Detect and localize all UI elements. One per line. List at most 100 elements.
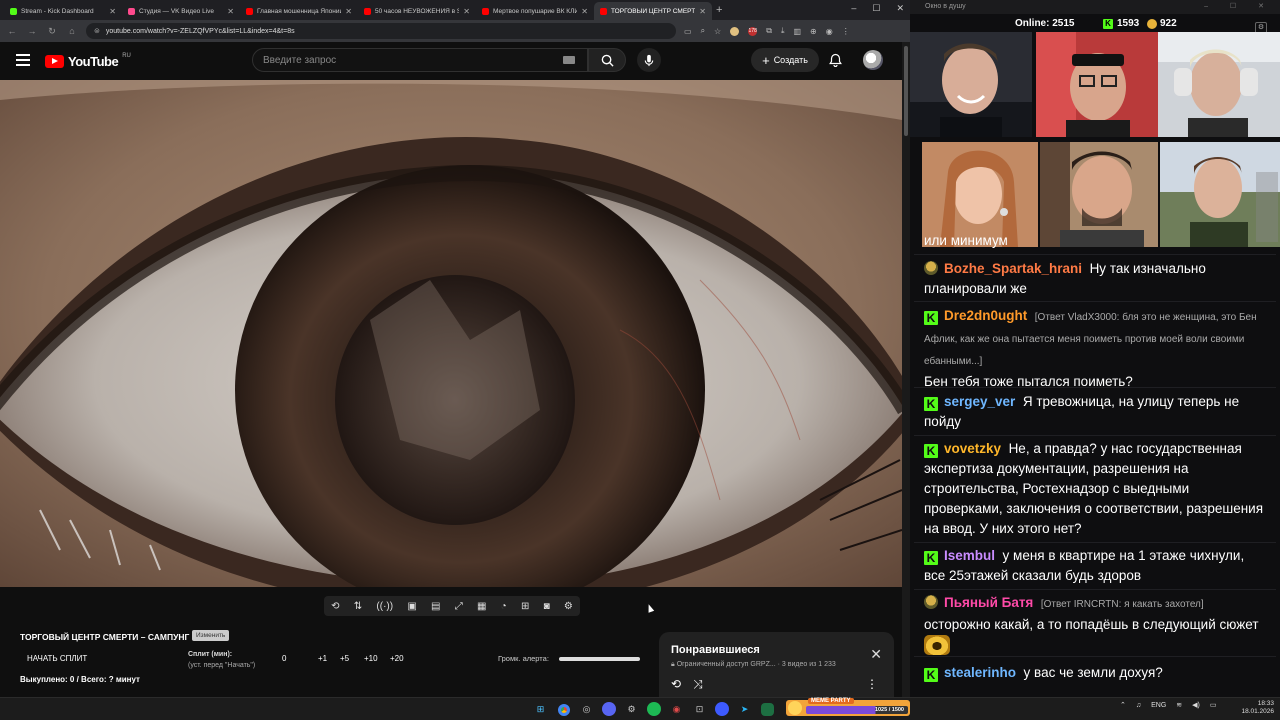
gear-icon[interactable]: ⚙ — [564, 601, 573, 612]
bookmark-star-icon[interactable]: ☆ — [714, 27, 721, 36]
telegram-icon[interactable]: ➤ — [736, 701, 753, 718]
more-options-icon[interactable]: ⋮ — [866, 677, 878, 691]
page-scrollbar[interactable] — [902, 42, 910, 697]
notifications-bell-icon[interactable] — [829, 53, 842, 72]
menu-dots-icon[interactable]: ⋮ — [842, 27, 850, 36]
account-avatar[interactable] — [863, 50, 883, 70]
steam-icon[interactable]: ⚙ — [623, 701, 640, 718]
browser-tab-active[interactable]: ТОРГОВЫЙ ЦЕНТР СМЕРТИ ✕ — [594, 2, 712, 20]
chat-username[interactable]: vovetzky — [944, 441, 1001, 456]
close-window-button[interactable]: ✕ — [896, 3, 904, 14]
broadcast-icon[interactable]: ((·)) — [376, 601, 393, 612]
loop-icon[interactable]: ⟲ — [671, 677, 681, 692]
close-tab-icon[interactable]: ✕ — [463, 7, 470, 16]
browser-tab[interactable]: Главная мошенница Японии ✕ — [240, 2, 358, 20]
zoom-icon[interactable]: ⌕ — [701, 26, 705, 36]
chat-username[interactable]: Bozhe_Spartak_hrani — [944, 261, 1082, 276]
shuffle-icon[interactable]: ⤨ — [693, 677, 703, 692]
chrome-icon[interactable] — [555, 701, 572, 718]
taskbar-clock[interactable]: 18:33 18.01.2026 — [1240, 700, 1274, 716]
frames-icon[interactable]: ▦ — [477, 601, 486, 612]
increment-button[interactable]: +10 — [364, 654, 390, 663]
obs-icon[interactable]: ◎ — [578, 701, 595, 718]
clip-icon[interactable]: ▤ — [431, 601, 440, 612]
cast-icon[interactable]: ▭ — [684, 27, 692, 36]
volume-icon[interactable]: ◀) — [1192, 701, 1200, 709]
overlay-window-controls[interactable]: – ☐ ✕ — [1204, 2, 1274, 10]
edit-tag-button[interactable]: Изменить — [192, 630, 230, 641]
windows-start-icon[interactable]: ⊞ — [532, 701, 549, 718]
close-tab-icon[interactable]: ✕ — [345, 7, 352, 16]
extension-icon[interactable]: 178 — [748, 26, 758, 36]
search-input[interactable] — [263, 54, 553, 66]
close-tab-icon[interactable]: ✕ — [581, 7, 588, 16]
tray-expand-icon[interactable]: ⌃ — [1120, 701, 1126, 709]
media-icon[interactable] — [715, 702, 729, 716]
gamepad-icon[interactable]: ⊡ — [691, 701, 708, 718]
sidebar-icon[interactable]: ▥ — [793, 27, 801, 36]
browser-tab[interactable]: Мертвое попушарие ВК КЛИ ✕ — [476, 2, 594, 20]
increment-button[interactable]: +20 — [390, 654, 414, 663]
spotify-icon[interactable] — [647, 702, 661, 716]
add-icon[interactable]: ⊞ — [521, 601, 529, 612]
scrollbar-thumb[interactable] — [904, 46, 908, 136]
resize-icon[interactable]: ⤢ — [455, 601, 463, 612]
discord-icon[interactable] — [602, 702, 616, 716]
address-bar[interactable]: ⊜ youtube.com/watch?v=-ZELZQfVPYc&list=L… — [86, 23, 676, 39]
chat-username[interactable]: sergey_ver — [944, 394, 1015, 409]
close-playlist-icon[interactable]: ✕ — [870, 646, 882, 663]
close-tab-icon[interactable]: ✕ — [699, 7, 706, 16]
battery-icon[interactable]: ▭ — [1210, 701, 1217, 709]
hamburger-menu-icon[interactable] — [16, 54, 30, 66]
profile-icon[interactable]: ◉ — [826, 27, 833, 36]
repeat-icon[interactable]: ⟲ — [331, 601, 339, 612]
maximize-button[interactable]: ☐ — [872, 3, 880, 14]
tray-lang[interactable]: ENG — [1151, 702, 1166, 709]
close-tab-icon[interactable]: ✕ — [227, 7, 234, 16]
playlist-title[interactable]: Понравившиеся — [671, 644, 760, 656]
home-icon[interactable]: ⌂ — [66, 26, 78, 36]
chat-username[interactable]: Isembul — [944, 548, 995, 563]
split-value-input[interactable]: 0 — [282, 654, 318, 663]
reply-quote[interactable]: [Ответ IRNCRTN: я какать захотел] — [1041, 599, 1204, 610]
minimize-button[interactable]: – — [851, 3, 856, 14]
back-icon[interactable]: ← — [6, 26, 18, 36]
alert-volume-slider[interactable] — [559, 657, 640, 661]
sort-icon[interactable]: ⇅ — [354, 601, 362, 612]
puzzle-icon[interactable]: ⧉ — [766, 26, 772, 36]
watch-icon[interactable]: ▣ — [407, 601, 416, 612]
points-badge-icon — [924, 595, 938, 609]
wifi-icon[interactable]: ≋ — [1176, 701, 1182, 709]
browser-tab[interactable]: Stream - Kick Dashboard ✕ — [4, 2, 122, 20]
extension-icon[interactable]: ⊕ — [810, 27, 817, 36]
camera-icon[interactable]: ◙ — [544, 601, 550, 612]
app-icon[interactable]: ◉ — [668, 701, 685, 718]
excel-icon[interactable] — [761, 703, 774, 716]
speed-icon[interactable]: ◔ — [501, 601, 507, 612]
site-info-icon[interactable]: ⊜ — [94, 27, 100, 35]
video-player[interactable] — [0, 80, 902, 587]
chat-username[interactable]: stealerinho — [944, 665, 1016, 680]
kick-count: 1593 — [1117, 18, 1140, 29]
keyboard-icon[interactable] — [563, 56, 575, 64]
chat-username[interactable]: Dre2dn0ught — [944, 308, 1027, 323]
search-button[interactable] — [588, 48, 626, 72]
increment-button[interactable]: +5 — [340, 654, 364, 663]
chat-username[interactable]: Пьяный Батя — [944, 595, 1033, 610]
start-split-button[interactable]: НАЧАТЬ СПЛИТ — [27, 654, 87, 663]
download-icon[interactable]: ⤓ — [781, 26, 785, 36]
meme-party-widget[interactable]: MEME PARTY 1025 / 1500 — [786, 698, 910, 716]
new-tab-button[interactable]: + — [716, 4, 722, 16]
create-button[interactable]: + Создать — [751, 48, 819, 72]
youtube-logo[interactable]: YouTube RU — [45, 53, 131, 69]
browser-tab[interactable]: Студия — VK Видео Live ✕ — [122, 2, 240, 20]
browser-tab[interactable]: 50 часов НЕУВОЖЕНИЯ в SAM✕ — [358, 2, 476, 20]
audio-tray-icon[interactable]: ♫ — [1136, 702, 1141, 709]
forward-icon[interactable]: → — [26, 26, 38, 36]
close-tab-icon[interactable]: ✕ — [109, 7, 116, 16]
reload-icon[interactable]: ↻ — [46, 26, 58, 37]
extension-icon[interactable] — [730, 26, 740, 36]
increment-button[interactable]: +1 — [318, 654, 340, 663]
voice-search-button[interactable] — [637, 48, 661, 72]
owner-text[interactable]: GRPZ... — [750, 661, 775, 668]
